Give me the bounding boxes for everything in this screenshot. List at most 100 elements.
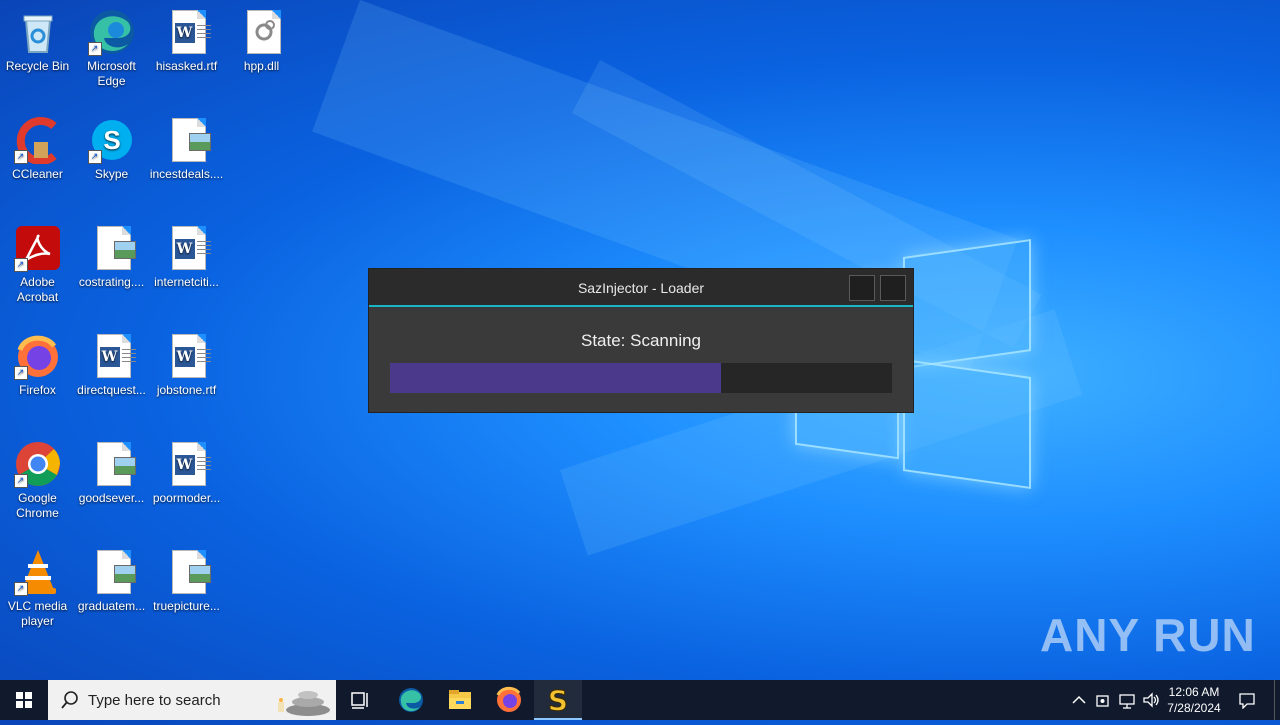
word-doc-icon: W bbox=[163, 440, 211, 488]
desktop-icon-graduatem[interactable]: graduatem... bbox=[74, 548, 149, 614]
image-file-icon bbox=[163, 116, 211, 164]
desktop-icon-ccleaner[interactable]: ↗ CCleaner bbox=[0, 116, 75, 182]
start-button[interactable] bbox=[0, 680, 48, 720]
shortcut-arrow-icon: ↗ bbox=[13, 366, 28, 380]
ccleaner-icon: ↗ bbox=[13, 116, 62, 165]
desktop-icon-truepicture[interactable]: truepicture... bbox=[149, 548, 224, 614]
window-title: SazInjector - Loader bbox=[577, 280, 705, 296]
desktop-icon-label: internetciti... bbox=[154, 275, 219, 289]
desktop-icon-label: Firefox bbox=[19, 383, 56, 397]
search-highlight-icon bbox=[278, 691, 330, 716]
task-view-button[interactable] bbox=[336, 680, 384, 720]
close-button[interactable] bbox=[880, 275, 906, 301]
desktop-icon-internetciti[interactable]: W internetciti... bbox=[149, 224, 224, 290]
word-doc-icon: W bbox=[163, 8, 211, 56]
desktop-icon-label: hisasked.rtf bbox=[155, 59, 218, 73]
desktop-icon-microsoft-edge[interactable]: ↗ Microsoft Edge bbox=[74, 8, 149, 89]
desktop-icon-label: jobstone.rtf bbox=[156, 383, 217, 397]
desktop-icon-label: Google Chrome bbox=[16, 491, 59, 520]
desktop-icon-label: Skype bbox=[94, 167, 129, 181]
skype-icon: S ↗ bbox=[87, 116, 136, 164]
search-icon bbox=[61, 691, 78, 709]
edge-icon: ↗ bbox=[87, 8, 136, 56]
desktop-icon-directquest[interactable]: W directquest... bbox=[74, 332, 149, 398]
desktop-icon-label: costrating.... bbox=[78, 275, 145, 289]
desktop-icon-label: CCleaner bbox=[12, 167, 63, 181]
desktop-icon-label: hpp.dll bbox=[243, 59, 280, 73]
search-placeholder: Type here to search bbox=[88, 692, 221, 709]
desktop-icon-label: truepicture... bbox=[153, 599, 220, 613]
anyrun-watermark: ANY RUN bbox=[1040, 609, 1256, 661]
desktop-icon-hpp-dll[interactable]: hpp.dll bbox=[224, 8, 299, 74]
image-file-icon bbox=[88, 440, 136, 488]
desktop-icon-adobe-acrobat[interactable]: ↗ Adobe Acrobat bbox=[0, 224, 75, 305]
meet-now-icon[interactable] bbox=[1094, 691, 1112, 709]
desktop-icon-google-chrome[interactable]: ↗ Google Chrome bbox=[0, 440, 75, 521]
desktop-icon-poormoder[interactable]: W poormoder... bbox=[149, 440, 224, 506]
notification-center-icon[interactable] bbox=[1238, 691, 1256, 709]
task-view-icon bbox=[351, 692, 368, 709]
sazinjector-icon: S bbox=[547, 684, 568, 718]
edge-icon bbox=[399, 688, 423, 712]
file-explorer-icon bbox=[449, 690, 471, 709]
shortcut-arrow-icon: ↗ bbox=[13, 258, 28, 272]
desktop-icon-vlc[interactable]: ↗ VLC media player bbox=[0, 548, 75, 629]
clock-time: 12:06 AM bbox=[1168, 685, 1220, 699]
loader-window: SazInjector - Loader State: Scanning bbox=[368, 268, 914, 413]
desktop-icon-label: Microsoft Edge bbox=[87, 59, 136, 88]
chrome-icon: ↗ bbox=[13, 440, 62, 488]
loader-state-text: State: Scanning bbox=[580, 331, 702, 350]
desktop-icon-label: poormoder... bbox=[152, 491, 221, 505]
desktop-icon-hisasked[interactable]: W hisasked.rtf bbox=[149, 8, 224, 74]
recycle-bin-icon bbox=[14, 8, 62, 56]
desktop-icon-firefox[interactable]: ↗ Firefox bbox=[0, 332, 75, 398]
progress-bar bbox=[390, 363, 892, 393]
shortcut-arrow-icon: ↗ bbox=[13, 474, 28, 488]
minimize-button[interactable] bbox=[849, 275, 875, 301]
windows-start-icon bbox=[16, 692, 32, 708]
taskbar-edge-button[interactable] bbox=[387, 680, 435, 720]
taskbar-search-box[interactable]: Type here to search bbox=[48, 680, 336, 720]
word-doc-icon: W bbox=[163, 224, 211, 272]
svg-text:S: S bbox=[548, 684, 568, 717]
image-file-icon bbox=[88, 224, 136, 272]
taskbar: Type here to search S 12:06 AM 7/28/2024 bbox=[0, 680, 1280, 720]
word-doc-icon: W bbox=[88, 332, 136, 380]
desktop-icon-label: VLC media player bbox=[7, 599, 68, 628]
desktop-icon-skype[interactable]: S ↗ Skype bbox=[74, 116, 149, 182]
network-icon[interactable] bbox=[1118, 691, 1136, 709]
image-file-icon bbox=[88, 548, 136, 596]
desktop-icon-label: incestdeals.... bbox=[149, 167, 224, 181]
loader-titlebar[interactable]: SazInjector - Loader bbox=[369, 269, 913, 307]
desktop-icon-jobstone[interactable]: W jobstone.rtf bbox=[149, 332, 224, 398]
desktop-icon-incestdeals[interactable]: incestdeals.... bbox=[149, 116, 224, 182]
image-file-icon bbox=[163, 548, 211, 596]
dll-file-icon bbox=[238, 8, 286, 56]
desktop-icon-label: directquest... bbox=[77, 383, 146, 397]
desktop-icon-label: Recycle Bin bbox=[5, 59, 70, 73]
word-doc-icon: W bbox=[163, 332, 211, 380]
progress-bar-fill bbox=[390, 363, 721, 393]
svg-text:S: S bbox=[103, 125, 120, 155]
desktop-icon-costrating[interactable]: costrating.... bbox=[74, 224, 149, 290]
desktop-icon-goodsever[interactable]: goodsever... bbox=[74, 440, 149, 506]
show-hidden-icons-chevron-icon[interactable] bbox=[1070, 691, 1088, 709]
vlc-icon: ↗ bbox=[13, 548, 62, 596]
taskbar-file-explorer-button[interactable] bbox=[436, 680, 484, 720]
firefox-icon: ↗ bbox=[13, 332, 62, 380]
firefox-icon bbox=[496, 686, 521, 712]
desktop-icon-label: goodsever... bbox=[78, 491, 145, 505]
shortcut-arrow-icon: ↗ bbox=[13, 582, 28, 596]
shortcut-arrow-icon: ↗ bbox=[13, 150, 28, 164]
shortcut-arrow-icon: ↗ bbox=[87, 150, 102, 164]
taskbar-sazinjector-button[interactable]: S bbox=[534, 680, 582, 720]
system-clock[interactable]: 12:06 AM 7/28/2024 bbox=[1158, 684, 1230, 716]
desktop: Recycle Bin ↗ CCleaner ↗ Adobe Acrobat ↗… bbox=[0, 0, 1280, 680]
shortcut-arrow-icon: ↗ bbox=[87, 42, 102, 56]
show-desktop-button[interactable] bbox=[1274, 680, 1280, 720]
taskbar-firefox-button[interactable] bbox=[485, 680, 533, 720]
acrobat-icon: ↗ bbox=[13, 224, 62, 272]
desktop-icon-label: Adobe Acrobat bbox=[16, 275, 59, 304]
clock-date: 7/28/2024 bbox=[1167, 701, 1221, 715]
desktop-icon-recycle-bin[interactable]: Recycle Bin bbox=[0, 8, 75, 74]
